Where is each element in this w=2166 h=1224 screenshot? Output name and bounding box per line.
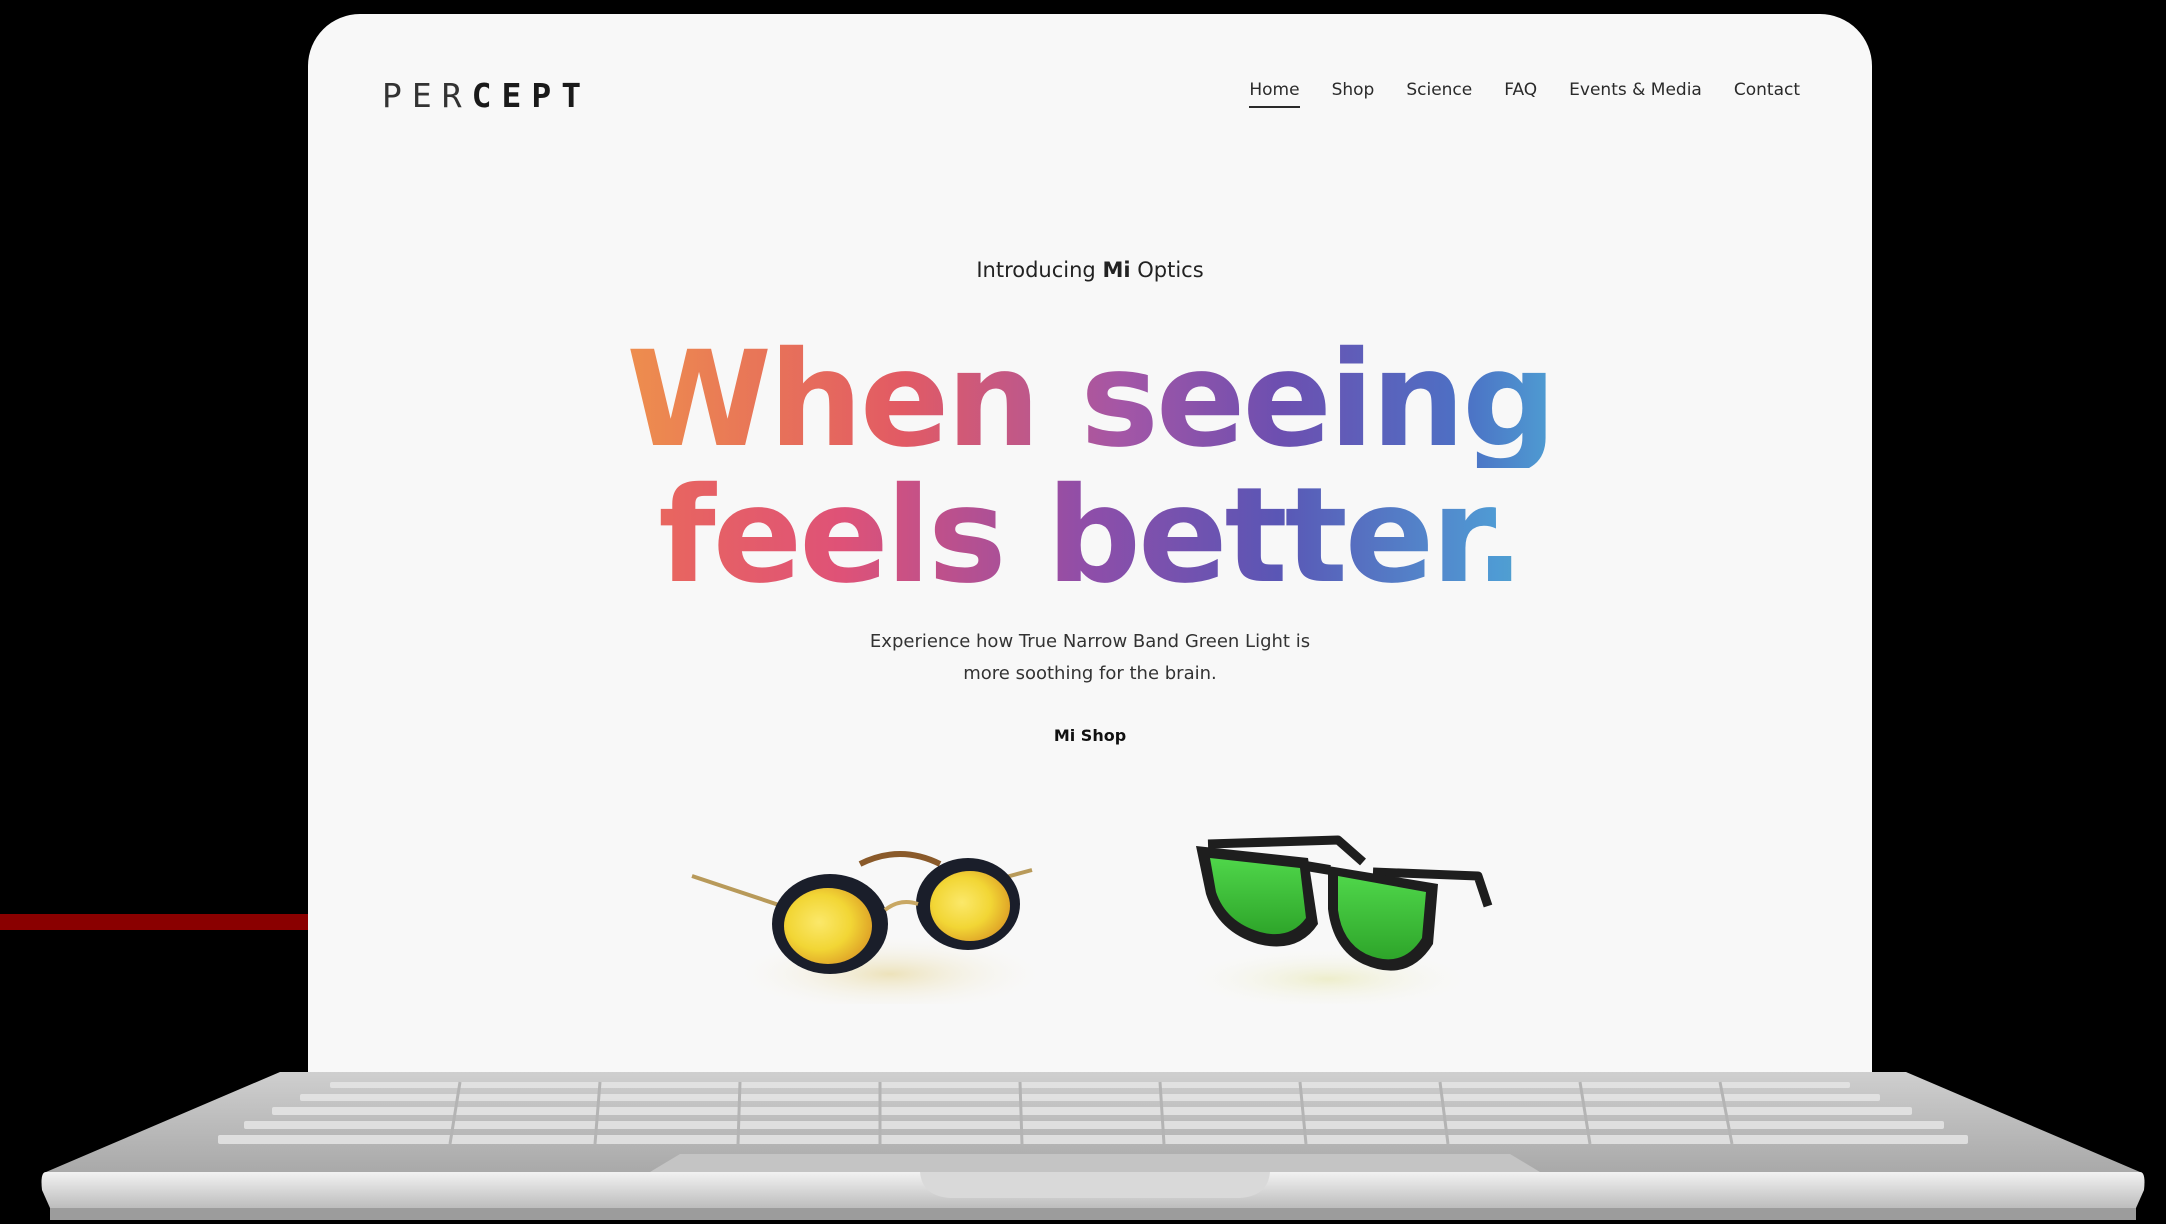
subtext-line-1: Experience how True Narrow Band Green Li… (869, 631, 1311, 652)
headline-line-2: feels better. (308, 468, 1872, 604)
intro-suffix: Optics (1137, 258, 1204, 282)
mi-shop-link[interactable]: Mi Shop (1054, 726, 1126, 745)
nav-science[interactable]: Science (1406, 80, 1472, 108)
hero-headline: When seeing feels better. (308, 332, 1872, 604)
percept-logo[interactable]: PERCEPT (382, 76, 591, 115)
red-accent-bar (0, 914, 310, 930)
round-yellow-glasses-image[interactable] (680, 814, 1060, 1014)
laptop-keyboard-illustration (41, 1072, 2145, 1220)
intro-prefix: Introducing (976, 258, 1096, 282)
wayfarer-glasses-illustration (1178, 835, 1493, 1011)
laptop-screen: PERCEPT Home Shop Science FAQ Events & M… (308, 14, 1872, 1088)
nav-events-media[interactable]: Events & Media (1569, 80, 1702, 108)
nav-faq[interactable]: FAQ (1504, 80, 1537, 108)
hero-intro: Introducing Mi Optics (308, 258, 1872, 282)
subtext-line-2: more soothing for the brain. (963, 663, 1217, 684)
product-showcase (308, 804, 1872, 1014)
laptop-base (40, 1072, 2146, 1220)
hero-subtext: Experience how True Narrow Band Green Li… (308, 626, 1872, 690)
nav-shop[interactable]: Shop (1332, 80, 1375, 108)
headline-line-1: When seeing (308, 332, 1872, 468)
cta-container: Mi Shop (308, 726, 1872, 745)
intro-bold: Mi (1102, 258, 1131, 282)
green-wayfarer-sunglasses-image[interactable] (1178, 814, 1508, 1011)
nav-contact[interactable]: Contact (1734, 80, 1800, 108)
main-nav: Home Shop Science FAQ Events & Media Con… (1249, 80, 1800, 108)
round-glasses-illustration (691, 851, 1050, 1014)
nav-home[interactable]: Home (1249, 80, 1300, 108)
logo-light-part: PER (382, 76, 472, 115)
logo-bold-part: CEPT (471, 76, 592, 115)
